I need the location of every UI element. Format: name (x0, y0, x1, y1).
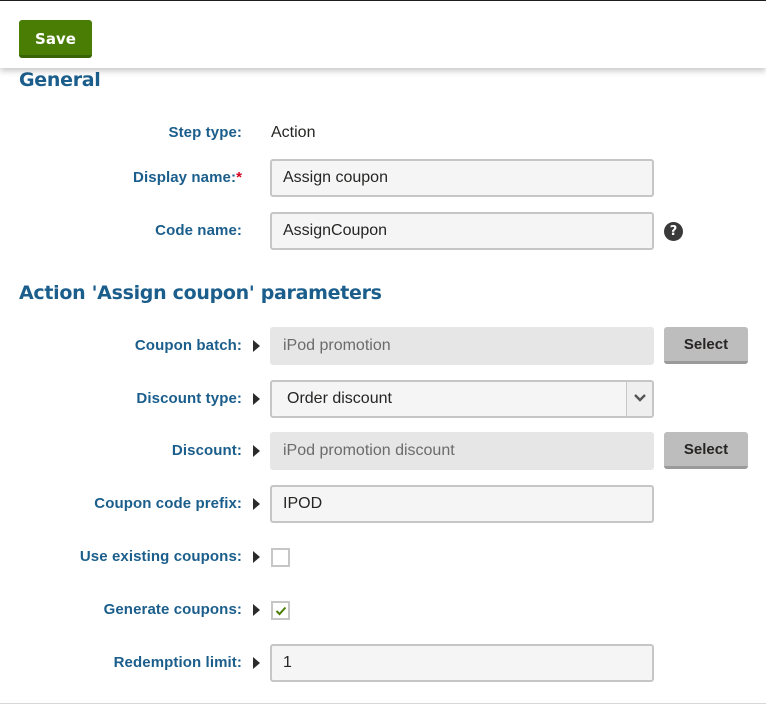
code-name-input[interactable]: AssignCoupon (270, 212, 654, 250)
chevron-down-icon (634, 394, 646, 402)
row-generate-coupons: Generate coupons: (0, 591, 766, 629)
discount-label: Discount: (171, 442, 242, 459)
generate-coupons-label: Generate coupons: (103, 601, 242, 618)
checkmark-icon (275, 606, 287, 616)
form-content: General Step type: Action Display name:*… (0, 68, 766, 705)
code-name-label: Code name: (155, 222, 242, 239)
row-step-type: Step type: Action (0, 114, 766, 152)
bottom-divider (0, 703, 766, 704)
coupon-batch-label: Coupon batch: (134, 337, 242, 354)
section-title-parameters: Action 'Assign coupon' parameters (19, 282, 382, 304)
redemption-limit-input[interactable]: 1 (270, 644, 654, 682)
section-title-general: General (19, 69, 101, 91)
generate-coupons-checkbox[interactable] (271, 601, 290, 620)
save-button[interactable]: Save (19, 20, 92, 58)
expand-arrow-icon[interactable] (253, 657, 260, 669)
row-code-name: Code name: AssignCoupon ? (0, 212, 766, 250)
expand-arrow-icon[interactable] (253, 551, 260, 563)
row-redemption-limit: Redemption limit: 1 (0, 644, 766, 682)
display-name-label: Display name:* (133, 159, 242, 197)
expand-arrow-icon[interactable] (253, 498, 260, 510)
required-asterisk: * (236, 169, 242, 186)
row-use-existing-coupons: Use existing coupons: (0, 538, 766, 576)
expand-arrow-icon[interactable] (253, 393, 260, 405)
row-discount-type: Discount type: Order discount (0, 380, 766, 418)
expand-arrow-icon[interactable] (253, 445, 260, 457)
row-discount: Discount: iPod promotion discount Select (0, 432, 766, 470)
row-coupon-code-prefix: Coupon code prefix: IPOD (0, 485, 766, 523)
expand-arrow-icon[interactable] (253, 340, 260, 352)
step-type-label: Step type: (168, 124, 242, 141)
question-circle-icon[interactable]: ? (664, 222, 683, 241)
coupon-batch-select-button[interactable]: Select (664, 327, 748, 364)
discount-type-label: Discount type: (136, 390, 242, 407)
discount-select-button[interactable]: Select (664, 432, 748, 469)
display-name-input[interactable]: Assign coupon (270, 159, 654, 197)
step-type-value: Action (271, 124, 316, 141)
expand-arrow-icon[interactable] (253, 604, 260, 616)
coupon-code-prefix-label: Coupon code prefix: (94, 495, 242, 512)
row-display-name: Display name:* Assign coupon (0, 159, 766, 197)
use-existing-coupons-label: Use existing coupons: (79, 548, 242, 565)
row-coupon-batch: Coupon batch: iPod promotion Select (0, 327, 766, 365)
discount-type-selected: Order discount (287, 390, 392, 407)
redemption-limit-label: Redemption limit: (113, 654, 242, 671)
discount-type-select[interactable]: Order discount (270, 380, 654, 418)
discount-input: iPod promotion discount (270, 432, 654, 470)
dropdown-button[interactable] (626, 382, 652, 416)
toolbar: Save (0, 1, 766, 68)
coupon-batch-input: iPod promotion (270, 327, 654, 365)
coupon-code-prefix-input[interactable]: IPOD (270, 485, 654, 523)
display-name-label-text: Display name: (133, 169, 237, 186)
use-existing-coupons-checkbox[interactable] (271, 548, 290, 567)
